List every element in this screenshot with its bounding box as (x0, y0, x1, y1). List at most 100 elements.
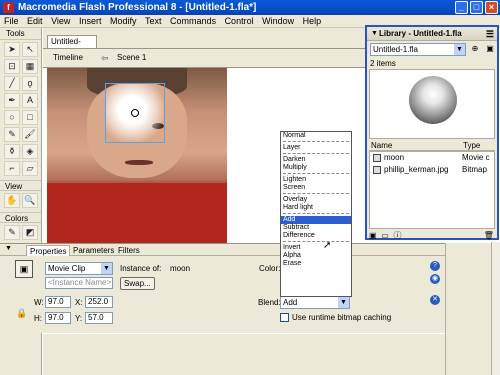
menu-help[interactable]: Help (300, 15, 325, 28)
swap-button[interactable]: Swap... (120, 277, 155, 290)
blend-option[interactable]: Layer (281, 144, 351, 152)
bitmap-caching-checkbox[interactable] (280, 313, 289, 322)
chevron-down-icon: ▼ (101, 263, 112, 274)
symbol-type-select[interactable]: Movie Clip ▼ (45, 262, 113, 275)
y-field[interactable]: 57.0 (85, 312, 113, 324)
arrow-icon[interactable]: ➤ (4, 42, 20, 57)
menu-text[interactable]: Text (142, 15, 165, 28)
tab-parameters[interactable]: Parameters (70, 245, 117, 256)
instance-name-input[interactable]: <Instance Name> (45, 277, 113, 289)
subselect-icon[interactable]: ↖ (22, 42, 38, 57)
delete-icon[interactable]: 🗑 (484, 231, 494, 240)
blend-dropdown-list: Normal Layer Darken Multiply Lighten Screen Ov… (280, 131, 352, 297)
brush-icon[interactable]: 🖌 (22, 127, 38, 142)
blend-option[interactable]: Invert (281, 244, 351, 252)
line-icon[interactable]: ╱ (4, 76, 20, 91)
blend-option[interactable]: Darken (281, 156, 351, 164)
width-field[interactable]: 97.0 (45, 296, 71, 308)
instance-of-label: Instance of: (120, 264, 162, 273)
blend-option[interactable]: Hard light (281, 204, 351, 212)
panel-menu-icon[interactable]: ☰ (486, 27, 494, 41)
scene-breadcrumb[interactable]: Scene 1 (117, 53, 146, 62)
blend-option[interactable]: Alpha (281, 252, 351, 260)
fill-color-icon[interactable]: ◩ (22, 225, 38, 240)
eraser-icon[interactable]: ▱ (22, 161, 38, 176)
eyedropper-icon[interactable]: ⌐ (4, 161, 20, 176)
expand-icon[interactable]: ✕ (430, 295, 440, 305)
pin-icon[interactable]: ⊕ (469, 43, 481, 55)
menu-window[interactable]: Window (259, 15, 297, 28)
help-icon[interactable]: ? (430, 261, 440, 271)
rectangle-icon[interactable]: □ (22, 110, 38, 125)
text-icon[interactable]: A (22, 93, 38, 108)
library-file-select[interactable]: Untitled-1.fla ▼ (370, 43, 466, 56)
pen-icon[interactable]: ✒ (4, 93, 20, 108)
blend-select[interactable]: Add ▼ (280, 296, 350, 309)
menu-insert[interactable]: Insert (76, 15, 105, 28)
blend-option[interactable]: Add (281, 216, 351, 224)
collapse-triangle-icon[interactable]: ▼ (371, 27, 378, 41)
menu-view[interactable]: View (48, 15, 73, 28)
pencil-icon[interactable]: ✎ (4, 127, 20, 142)
fill-transform-icon[interactable]: ▦ (22, 59, 38, 74)
maximize-icon[interactable]: □ (470, 1, 483, 14)
lasso-icon[interactable]: ϙ (22, 76, 38, 91)
list-item[interactable]: phillip_kerman.jpg Bitmap (370, 164, 494, 176)
tab-properties[interactable]: Properties (26, 245, 71, 256)
zoom-icon[interactable]: 🔍 (22, 193, 38, 208)
back-arrow-icon[interactable]: ⇦ (101, 53, 109, 64)
moon-preview-graphic (409, 76, 457, 124)
library-header[interactable]: ▼ Library - Untitled-1.fla ☰ (367, 27, 497, 41)
moon-instance[interactable] (105, 83, 165, 143)
x-label: X: (75, 298, 83, 307)
item-name: phillip_kerman.jpg (384, 165, 449, 174)
accessibility-icon[interactable]: ◉ (430, 274, 440, 284)
blend-option[interactable]: Lighten (281, 176, 351, 184)
menu-file[interactable]: File (0, 15, 22, 28)
properties-icon[interactable]: ⓘ (393, 230, 402, 240)
new-folder-icon[interactable]: ▭ (381, 231, 390, 240)
document-tab[interactable]: Untitled-1.fla* (47, 35, 97, 58)
blend-label: Blend: (258, 298, 281, 307)
workspace-bottom (43, 334, 445, 375)
type-column-header[interactable]: Type (463, 140, 480, 151)
hand-icon[interactable]: ✋ (4, 193, 20, 208)
x-field[interactable]: 252.0 (85, 296, 113, 308)
item-type: Bitmap (462, 165, 487, 174)
bitmap-photo[interactable] (47, 68, 227, 243)
blend-option[interactable]: Normal (281, 132, 351, 140)
blend-option[interactable]: Difference (281, 232, 351, 240)
flash-app-icon[interactable]: f (3, 2, 14, 13)
new-library-icon[interactable]: ▣ (484, 43, 496, 55)
h-label: H: (34, 314, 42, 323)
menu-commands[interactable]: Commands (167, 15, 219, 28)
blend-option[interactable]: Subtract (281, 224, 351, 232)
menu-edit[interactable]: Edit (24, 15, 46, 28)
color-label: Color: (259, 264, 281, 273)
blend-option[interactable]: Screen (281, 184, 351, 192)
height-field[interactable]: 97.0 (45, 312, 71, 324)
colors-section-label: Colors (0, 212, 41, 223)
collapse-triangle-icon[interactable]: ▼ (5, 245, 12, 252)
blend-option[interactable]: Multiply (281, 164, 351, 172)
vertical-scrollbar[interactable] (491, 242, 500, 375)
close-icon[interactable]: × (485, 1, 498, 14)
minimize-icon[interactable]: _ (455, 1, 468, 14)
properties-panel: ▼ Properties Parameters Filters ▣ Movie … (0, 243, 445, 333)
stroke-color-icon[interactable]: ✎ (4, 225, 20, 240)
tab-filters[interactable]: Filters (115, 245, 143, 256)
name-column-header[interactable]: Name (371, 140, 392, 151)
menu-control[interactable]: Control (222, 15, 257, 28)
timeline-button[interactable]: Timeline (53, 53, 83, 62)
free-transform-icon[interactable]: ⊡ (4, 59, 20, 74)
paint-bucket-icon[interactable]: ◈ (22, 144, 38, 159)
ink-bottle-icon[interactable]: ⚱ (4, 144, 20, 159)
new-symbol-icon[interactable]: ▣ (369, 231, 378, 240)
blend-option[interactable]: Erase (281, 260, 351, 268)
oval-icon[interactable]: ○ (4, 110, 20, 125)
window-title: Macromedia Flash Professional 8 - [Untit… (18, 2, 257, 13)
menu-modify[interactable]: Modify (107, 15, 140, 28)
list-item[interactable]: moon Movie c (370, 152, 494, 164)
blend-option[interactable]: Overlay (281, 196, 351, 204)
lock-icon[interactable]: 🔒 (16, 308, 27, 319)
